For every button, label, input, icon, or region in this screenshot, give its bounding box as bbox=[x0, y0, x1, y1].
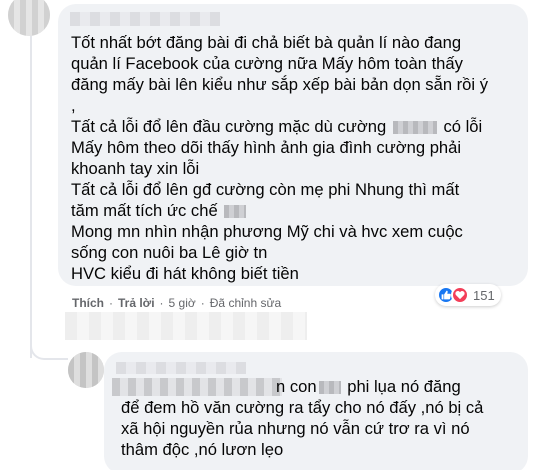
comment-line: Tất cả lỗi đổ lên gđ cường còn mẹ phi Nh… bbox=[71, 180, 460, 199]
reply-line: n con phi lụa nó đăng bbox=[276, 376, 461, 397]
comment-line: đăng mấy bài lên kiểu như sắp xếp bài bả… bbox=[71, 75, 489, 94]
censored-word bbox=[318, 381, 341, 395]
reply-text: n con bbox=[276, 377, 317, 396]
commenter-avatar[interactable] bbox=[8, 0, 50, 36]
reply-line: xã hội nguyền rủa nhưng nó vẫn cứ trơ ra… bbox=[121, 419, 470, 438]
like-link[interactable]: Thích bbox=[72, 296, 104, 310]
separator-dot: · bbox=[109, 296, 113, 310]
commenter-name-censored[interactable] bbox=[70, 12, 220, 26]
love-icon bbox=[451, 286, 469, 304]
comment-line: khoanh tay xin lỗi bbox=[71, 159, 200, 178]
comment-line: sống con nuôi ba Lê giờ tn bbox=[71, 243, 268, 262]
comment-line: Tốt nhất bớt đăng bài đi chả biết bà quả… bbox=[71, 33, 462, 52]
censored-text bbox=[112, 378, 282, 396]
comment-line: tăm mất tích ức chế bbox=[71, 200, 516, 221]
reply-bubble: n con phi lụa nó đăng để đem hồ văn cườn… bbox=[104, 352, 528, 470]
reaction-summary[interactable]: 151 bbox=[435, 284, 501, 306]
avatar-censor bbox=[68, 352, 104, 388]
reply-line: để đem hồ văn cường ra tẩy cho nó đấy ,n… bbox=[121, 398, 484, 417]
comment-bubble: Tốt nhất bớt đăng bài đi chả biết bà quả… bbox=[58, 4, 528, 286]
comment-text: tăm mất tích ức chế bbox=[71, 201, 218, 220]
comment-text: có lỗi bbox=[443, 117, 483, 136]
edited-label: Đã chỉnh sửa bbox=[209, 296, 282, 310]
avatar-censor bbox=[8, 0, 50, 36]
comment-line: Mong mn nhìn nhận phương Mỹ chi và hvc x… bbox=[71, 222, 463, 241]
separator-dot: · bbox=[200, 296, 205, 310]
comment-line: , bbox=[71, 96, 76, 115]
reply-avatar[interactable] bbox=[68, 352, 104, 388]
censored-word bbox=[392, 121, 437, 135]
comment-text: Tất cả lỗi đổ lên đầu cường mặc dù cường bbox=[71, 117, 387, 136]
reply-line: thâm độc ,nó lươn lẹo bbox=[121, 440, 284, 459]
timestamp[interactable]: 5 giờ bbox=[169, 296, 196, 310]
comment-line: Tất cả lỗi đổ lên đầu cường mặc dù cường… bbox=[71, 116, 516, 137]
reply-more-lines: để đem hồ văn cường ra tẩy cho nó đấy ,n… bbox=[121, 397, 483, 460]
censored-replies-link[interactable] bbox=[65, 312, 307, 340]
reaction-count: 151 bbox=[473, 287, 495, 303]
reply-link[interactable]: Trả lời bbox=[118, 296, 155, 310]
thread-line bbox=[30, 32, 32, 358]
comment-line: HVC kiểu đi hát không biết tiền bbox=[71, 264, 299, 283]
replier-name-censored[interactable] bbox=[116, 362, 246, 374]
comment-line: quản lí Facebook của cường nữa Mấy hôm t… bbox=[71, 54, 463, 73]
comment-actions: Thích · Trả lời · 5 giờ · Đã chỉnh sửa bbox=[72, 295, 281, 311]
censored-word bbox=[224, 205, 247, 219]
separator-dot: · bbox=[159, 296, 164, 310]
comment-line: Mấy hôm theo dõi thấy hình ảnh gia đình … bbox=[71, 138, 462, 157]
reply-text: phi lụa nó đăng bbox=[347, 377, 461, 396]
thread-connector bbox=[30, 330, 68, 360]
